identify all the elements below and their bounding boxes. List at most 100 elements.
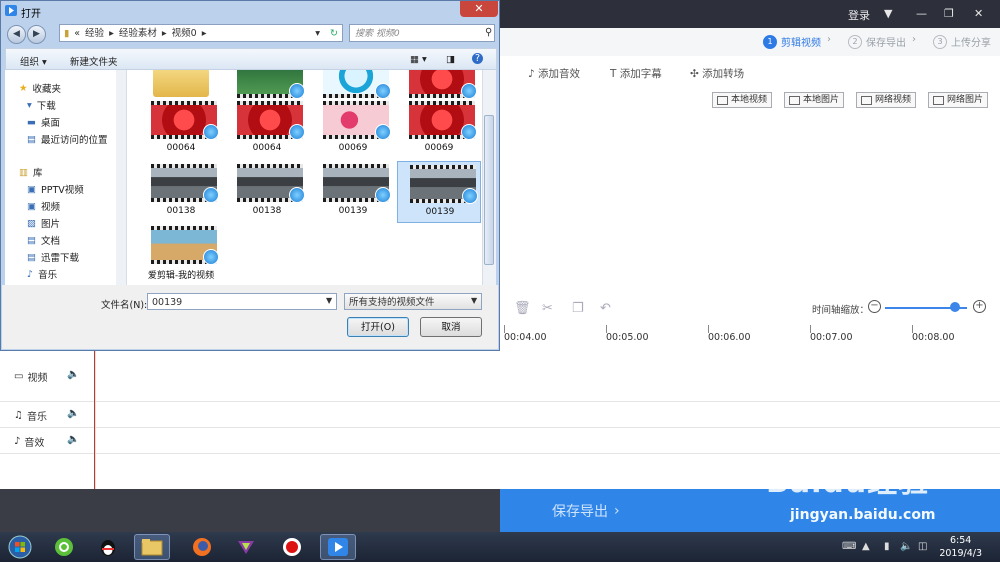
network-icon[interactable]: ◫ [918,541,927,552]
open-file-dialog: 打开 ✕ ◀ ▶ ▮ « 经验 ▸ 经验素材 ▸ 视频0 ▸ ▾ ↻ 搜索 视频0 ⚲… [0,0,500,351]
taskbar-explorer[interactable] [134,534,170,560]
step-export[interactable]: 2 保存导出 [848,34,906,49]
video-file-item[interactable]: 00138 [139,161,223,223]
nav-favorites[interactable]: ★ 收藏夹 [19,81,61,96]
chevron-down-icon[interactable]: ▼ [326,296,332,305]
cancel-button[interactable]: 取消 [420,317,482,337]
step-export-label: 保存导出 [866,38,906,49]
minimize-icon[interactable]: — [916,7,927,20]
undo-icon[interactable]: ↶ [600,301,614,316]
video-file-badge-icon [461,83,477,99]
playhead[interactable] [94,347,95,489]
file-name: 00139 [425,207,455,217]
local-video-button[interactable]: 本地视频 [712,92,773,108]
video-file-item[interactable]: 00064 [225,98,309,160]
taskbar-firefox[interactable] [184,534,220,560]
battery-icon[interactable]: ▮ [884,541,890,552]
nav-recent[interactable]: ▤ 最近访问的位置 [27,132,108,147]
music-track[interactable]: ♫ 音乐 🔈 [0,402,1000,428]
tray-expand-icon[interactable]: ▲ [862,541,870,552]
video-file-badge-icon [375,187,391,203]
chevron-down-icon[interactable]: ▼ [471,296,477,305]
delete-icon[interactable]: 🗑 [514,301,531,316]
address-bar[interactable]: ▮ « 经验 ▸ 经验素材 ▸ 视频0 ▸ ▾ ↻ [59,24,343,42]
video-file-item[interactable]: 00138 [225,161,309,223]
nav-videos[interactable]: ▣ 视频 [27,199,60,214]
browser-360-icon [55,538,73,556]
breadcrumb-item[interactable]: 经验素材 [119,25,157,41]
new-folder-button[interactable]: 新建文件夹 [70,54,118,68]
help-icon[interactable]: ? [472,53,483,64]
download-icon: ▾ [27,99,32,111]
add-sound-effect-tab[interactable]: ♪ 添加音效 [528,66,580,81]
taskbar-qq[interactable] [90,534,126,560]
local-image-button[interactable]: 本地图片 [784,92,845,108]
nav-library[interactable]: ▥ 库 [19,165,43,180]
nav-scrollbar[interactable] [116,70,126,285]
dialog-titlebar[interactable]: 打开 ✕ [1,1,499,21]
forward-button[interactable]: ▶ [27,25,46,44]
open-button[interactable]: 打开(O) [347,317,409,337]
dropdown-icon[interactable]: ▼ [884,7,892,20]
step-share[interactable]: 3 上传分享 [933,34,991,49]
nav-pptv[interactable]: ▣ PPTV视频 [27,182,84,197]
image-icon [789,95,800,105]
nav-pictures[interactable]: ▨ 图片 [27,216,60,231]
search-icon[interactable]: ⚲ [485,27,492,38]
view-options-icon[interactable]: ▦ ▾ [410,54,427,65]
filename-input[interactable]: 00139 [147,293,337,310]
taskbar-pptv[interactable] [228,534,264,560]
video-file-item[interactable]: 00139 [311,161,395,223]
breadcrumb-item[interactable]: 视频0 [172,25,197,41]
volume-icon[interactable]: 🔈 [900,541,912,552]
maximize-icon[interactable]: ❐ [944,7,954,20]
file-list-scrollbar[interactable] [482,70,496,285]
add-subtitle-tab[interactable]: T 添加字幕 [610,66,662,81]
video-file-badge-icon [203,249,219,265]
taskbar-video-editor[interactable] [320,534,356,560]
video-file-item[interactable]: 00139 [397,161,481,223]
preview-pane-icon[interactable]: ◨ [446,54,455,65]
nav-music[interactable]: ♪ 音乐 [27,267,57,282]
cut-icon[interactable]: ✂ [542,301,556,316]
address-dropdown-icon[interactable]: ▾ [315,25,320,43]
online-video-button[interactable]: 网络视频 [856,92,917,108]
nav-xunlei[interactable]: ▤ 迅雷下载 [27,250,79,265]
copy-icon[interactable]: ❐ [572,301,586,316]
refresh-icon[interactable]: ↻ [330,25,338,43]
step-edit[interactable]: 1 剪辑视频 [763,34,821,49]
video-file-item[interactable]: 00069 [397,98,481,160]
filetype-select[interactable]: 所有支持的视频文件 [344,293,482,310]
zoom-in-icon[interactable]: + [973,300,986,313]
pptv-icon [238,541,254,554]
breadcrumb-item[interactable]: 经验 [85,25,104,41]
zoom-out-icon[interactable]: − [868,300,881,313]
video-file-item[interactable]: 00064 [139,98,223,160]
organize-menu[interactable]: 组织 ▾ [20,54,47,68]
search-input[interactable]: 搜索 视频0 [349,24,495,42]
taskbar-browser-360[interactable] [46,534,82,560]
nav-downloads[interactable]: ▾ 下载 [27,98,56,113]
windows-logo-icon [8,535,32,559]
ruler-label: 00:04.00 [504,332,547,343]
login-link[interactable]: 登录 [848,7,870,23]
scrollbar-thumb[interactable] [484,115,494,265]
start-button[interactable] [2,534,38,560]
taskbar-clock[interactable]: 6:54 2019/4/3 [939,534,982,560]
video-file-item[interactable]: 爱剪辑-我的视频 [139,223,223,285]
back-button[interactable]: ◀ [7,25,26,44]
timeline-ruler[interactable]: 00:04.00 00:05.00 00:06.00 00:07.00 00:0… [500,325,1000,348]
taskbar-recorder[interactable] [274,534,310,560]
dialog-close-button[interactable]: ✕ [460,1,498,17]
nav-documents[interactable]: ▤ 文档 [27,233,60,248]
video-file-item[interactable]: 00069 [311,98,395,160]
video-track[interactable]: ▭ 视频 🔈 [0,347,1000,402]
add-transition-tab[interactable]: ✣ 添加转场 [690,66,744,81]
keyboard-icon[interactable]: ⌨ [842,541,856,552]
online-image-button[interactable]: 网络图片 [928,92,989,108]
close-icon[interactable]: ✕ [974,7,983,20]
zoom-slider-knob[interactable] [949,302,960,312]
nav-desktop[interactable]: ▬ 桌面 [27,115,60,130]
video-library-icon: ▣ [27,200,36,212]
sound-effect-track[interactable]: ♪ 音效 🔈 [0,428,1000,454]
